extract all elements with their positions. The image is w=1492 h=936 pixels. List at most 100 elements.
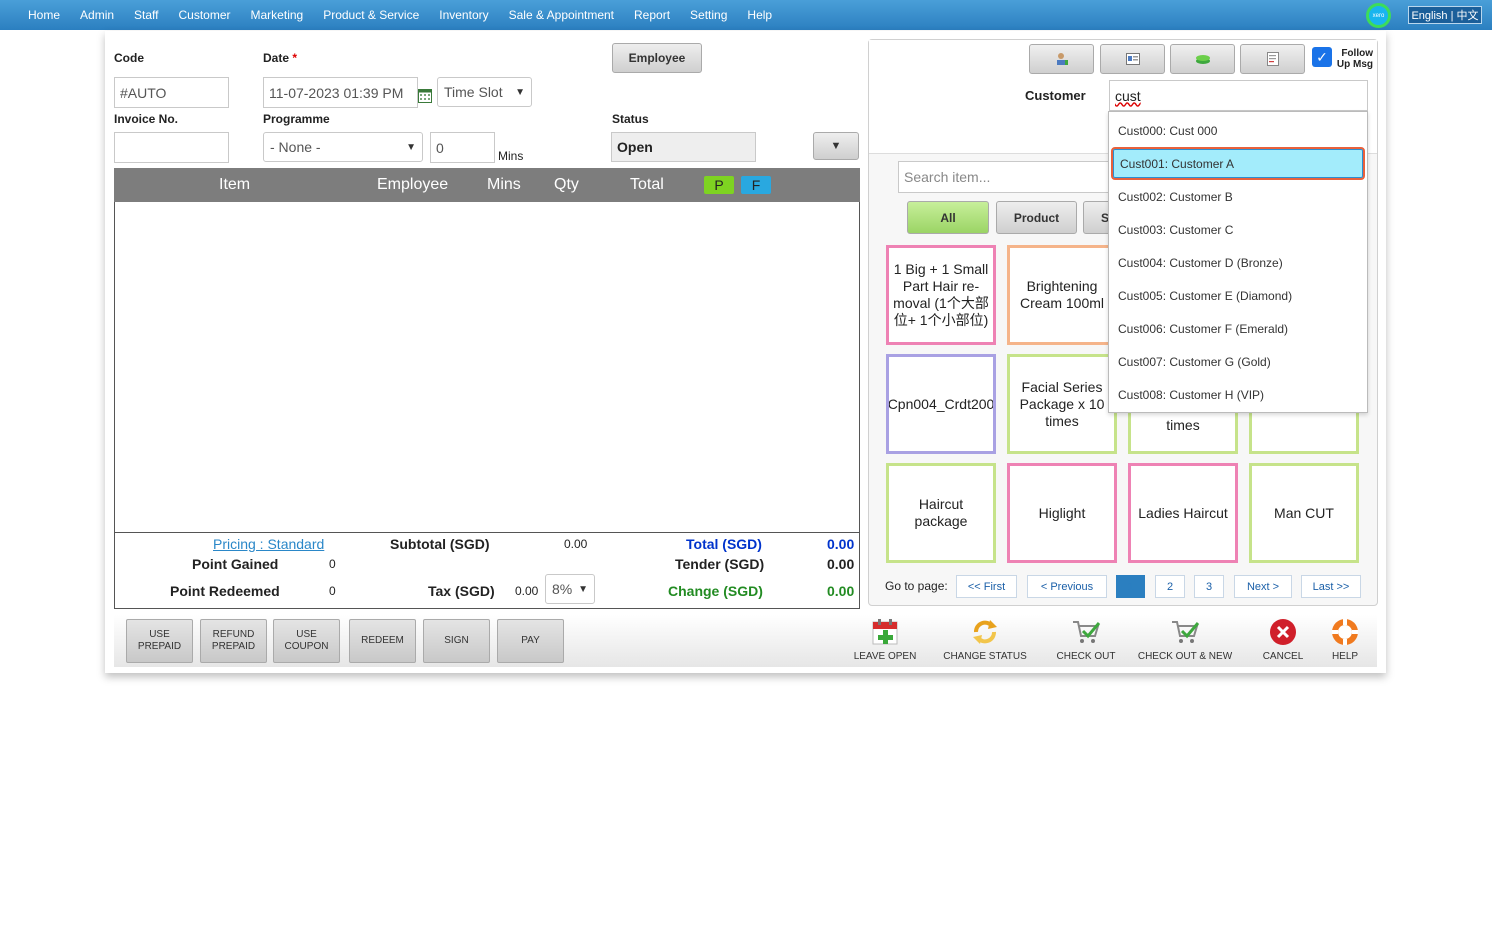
programme-label: Programme	[263, 112, 330, 126]
follow-up-checkbox[interactable]: ✓	[1312, 47, 1332, 67]
leave-open-button[interactable]: LEAVE OPEN	[847, 617, 923, 665]
language-switch[interactable]: English | 中文	[1408, 6, 1482, 24]
pager-last[interactable]: Last >>	[1301, 575, 1361, 598]
customer-search-input[interactable]: cust	[1109, 80, 1368, 111]
code-input[interactable]: #AUTO	[114, 77, 229, 108]
time-slot-select[interactable]: Time Slot ▼	[437, 77, 532, 107]
nav-marketing[interactable]: Marketing	[251, 8, 304, 22]
date-input[interactable]: 11-07-2023 01:39 PM	[263, 77, 418, 108]
item-search-input[interactable]: Search item...	[898, 161, 1118, 193]
badge-p[interactable]: P	[704, 176, 734, 194]
change-status-button[interactable]: CHANGE STATUS	[940, 617, 1030, 665]
main-menu: Home Admin Staff Customer Marketing Prod…	[18, 0, 782, 30]
tax-rate-select[interactable]: 8% ▼	[545, 574, 595, 604]
customer-option[interactable]: Cust008: Customer H (VIP)	[1109, 378, 1367, 411]
point-redeemed-label: Point Redeemed	[170, 583, 280, 599]
mins-input[interactable]: 0	[430, 132, 495, 163]
nav-admin[interactable]: Admin	[80, 8, 114, 22]
cart-check-new-icon	[1170, 617, 1200, 647]
xero-icon[interactable]: xero	[1366, 3, 1391, 28]
item-tile[interactable]: 1 Big + 1 Small Part Hair re-moval (1个大部…	[886, 245, 996, 345]
filter-product[interactable]: Product	[996, 201, 1077, 234]
tax-label: Tax (SGD)	[428, 583, 495, 599]
pager-previous[interactable]: < Previous	[1027, 575, 1107, 598]
pager-next[interactable]: Next >	[1234, 575, 1292, 598]
invoice-input[interactable]	[114, 132, 229, 163]
customer-money-button[interactable]	[1170, 44, 1235, 74]
options-dropdown-button[interactable]: ▼	[813, 132, 859, 160]
nav-setting[interactable]: Setting	[690, 8, 727, 22]
cart-check-icon	[1071, 617, 1101, 647]
item-tile[interactable]: Cpn004_Crdt200	[886, 354, 996, 454]
subtotal-value: 0.00	[564, 537, 588, 551]
bottom-action-bar: USE PREPAID REFUND PREPAID USE COUPON RE…	[114, 615, 1377, 667]
status-label: Status	[612, 112, 649, 126]
goto-page-label: Go to page:	[885, 579, 948, 593]
total-value: 0.00	[827, 536, 855, 552]
pager-page-3[interactable]: 3	[1194, 575, 1224, 598]
mins-label: Mins	[498, 149, 524, 163]
nav-report[interactable]: Report	[634, 8, 670, 22]
col-total: Total	[630, 176, 664, 193]
item-tile[interactable]: Man CUT	[1249, 463, 1359, 563]
calendar-icon[interactable]	[418, 88, 432, 103]
customer-option[interactable]: Cust005: Customer E (Diamond)	[1109, 279, 1367, 312]
col-employee: Employee	[377, 176, 449, 193]
check-out-button[interactable]: CHECK OUT	[1050, 617, 1122, 665]
pay-button[interactable]: PAY	[497, 619, 564, 663]
point-redeemed-value: 0	[329, 584, 336, 598]
customer-option[interactable]: Cust007: Customer G (Gold)	[1109, 345, 1367, 378]
nav-sale-appointment[interactable]: Sale & Appointment	[509, 8, 614, 22]
item-tile[interactable]: Higlight	[1007, 463, 1117, 563]
customer-option[interactable]: Cust006: Customer F (Emerald)	[1109, 312, 1367, 345]
pager-page-1[interactable]: 1	[1116, 575, 1145, 598]
item-tile[interactable]: Brightening Cream 100ml	[1007, 245, 1117, 345]
use-prepaid-button[interactable]: USE PREPAID	[126, 619, 193, 663]
nav-product-service[interactable]: Product & Service	[323, 8, 419, 22]
status-select[interactable]: Open	[611, 132, 756, 162]
customer-option[interactable]: Cust002: Customer B	[1109, 180, 1367, 213]
sign-button[interactable]: SIGN	[423, 619, 490, 663]
chevron-down-icon: ▼	[578, 583, 588, 595]
calendar-add-icon	[870, 617, 900, 647]
cancel-button[interactable]: CANCEL	[1254, 617, 1312, 665]
pricing-link[interactable]: Pricing : Standard	[213, 536, 324, 552]
tender-value: 0.00	[827, 556, 855, 572]
nav-home[interactable]: Home	[28, 8, 60, 22]
customer-option-selected[interactable]: Cust001: Customer A	[1111, 147, 1365, 180]
totals-divider	[115, 532, 859, 533]
item-tile[interactable]: Facial Series Package x 10 times	[1007, 354, 1117, 454]
pager-page-2[interactable]: 2	[1155, 575, 1185, 598]
pager-first[interactable]: << First	[956, 575, 1017, 598]
customer-option[interactable]: Cust004: Customer D (Bronze)	[1109, 246, 1367, 279]
programme-select[interactable]: - None - ▼	[263, 132, 423, 162]
item-tile[interactable]: Haircut package	[886, 463, 996, 563]
notes-icon	[1266, 52, 1279, 66]
check-out-new-button[interactable]: CHECK OUT & NEW	[1135, 617, 1235, 665]
use-coupon-button[interactable]: USE COUPON	[273, 619, 340, 663]
chevron-down-icon: ▼	[406, 141, 416, 153]
nav-inventory[interactable]: Inventory	[439, 8, 488, 22]
customer-option[interactable]: Cust000: Cust 000	[1109, 114, 1367, 147]
col-qty: Qty	[554, 176, 579, 193]
check-icon: ✓	[1316, 48, 1328, 65]
item-tile[interactable]: Ladies Haircut	[1128, 463, 1238, 563]
help-button[interactable]: HELP	[1320, 617, 1370, 665]
filter-all[interactable]: All	[907, 201, 989, 234]
code-label: Code	[114, 51, 144, 65]
col-item: Item	[219, 176, 251, 193]
col-mins: Mins	[487, 176, 521, 193]
customer-notes-button[interactable]	[1240, 44, 1305, 74]
customer-card-button[interactable]	[1100, 44, 1165, 74]
badge-f[interactable]: F	[741, 176, 771, 194]
nav-help[interactable]: Help	[747, 8, 772, 22]
nav-customer[interactable]: Customer	[179, 8, 231, 22]
nav-staff[interactable]: Staff	[134, 8, 158, 22]
customer-option[interactable]: Cust003: Customer C	[1109, 213, 1367, 246]
refresh-icon	[970, 617, 1000, 647]
add-customer-button[interactable]	[1029, 44, 1094, 74]
change-value: 0.00	[827, 583, 855, 599]
employee-button[interactable]: Employee	[612, 43, 702, 73]
redeem-button[interactable]: REDEEM	[349, 619, 416, 663]
refund-prepaid-button[interactable]: REFUND PREPAID	[200, 619, 267, 663]
